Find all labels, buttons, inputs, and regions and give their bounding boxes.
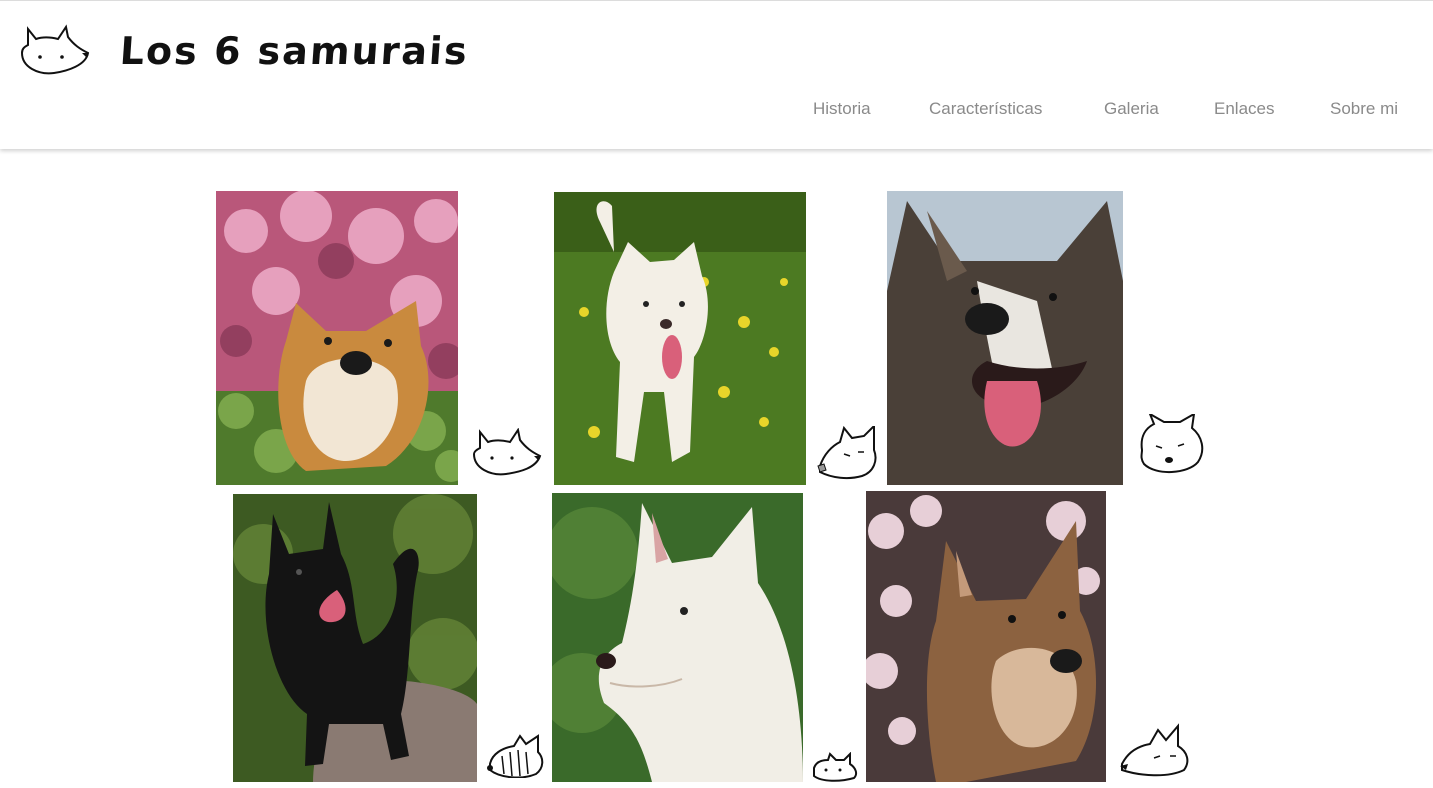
gallery-photo-akita[interactable] xyxy=(887,191,1123,485)
dog-head-doodle-icon xyxy=(472,428,542,476)
dog-head-doodle-icon xyxy=(817,426,877,480)
nav-item-historia[interactable]: Historia xyxy=(813,99,871,119)
kai-photo-image xyxy=(233,494,477,782)
gallery-photo-hokkaido[interactable] xyxy=(552,493,803,782)
kishu-photo-image xyxy=(554,192,806,485)
dog-head-doodle-icon xyxy=(1140,414,1204,474)
fox-dog-doodle-icon[interactable] xyxy=(16,23,92,77)
shikoku-photo-image xyxy=(866,491,1106,782)
hokkaido-photo-image xyxy=(552,493,803,782)
striped-dog-doodle-icon xyxy=(487,734,544,778)
gallery-photo-shikoku[interactable] xyxy=(866,491,1106,782)
nav-item-sobre-mi[interactable]: Sobre mi xyxy=(1330,99,1398,119)
nav-item-galeria[interactable]: Galeria xyxy=(1104,99,1159,119)
shiba-photo-image xyxy=(216,191,458,485)
site-title[interactable]: Los 6 samurais xyxy=(118,29,470,73)
akita-photo-image xyxy=(887,191,1123,485)
gallery-photo-kai[interactable] xyxy=(233,494,477,782)
small-dog-doodle-icon xyxy=(813,752,858,782)
dog-head-doodle-icon xyxy=(1120,723,1189,777)
site-header: Los 6 samurais Historia Características … xyxy=(0,0,1433,149)
main-nav: Historia Características Galeria Enlaces… xyxy=(0,99,1433,121)
nav-item-caracteristicas[interactable]: Características xyxy=(929,99,1042,119)
gallery-photo-shiba[interactable] xyxy=(216,191,458,485)
nav-item-enlaces[interactable]: Enlaces xyxy=(1214,99,1274,119)
gallery-photo-kishu[interactable] xyxy=(554,192,806,485)
